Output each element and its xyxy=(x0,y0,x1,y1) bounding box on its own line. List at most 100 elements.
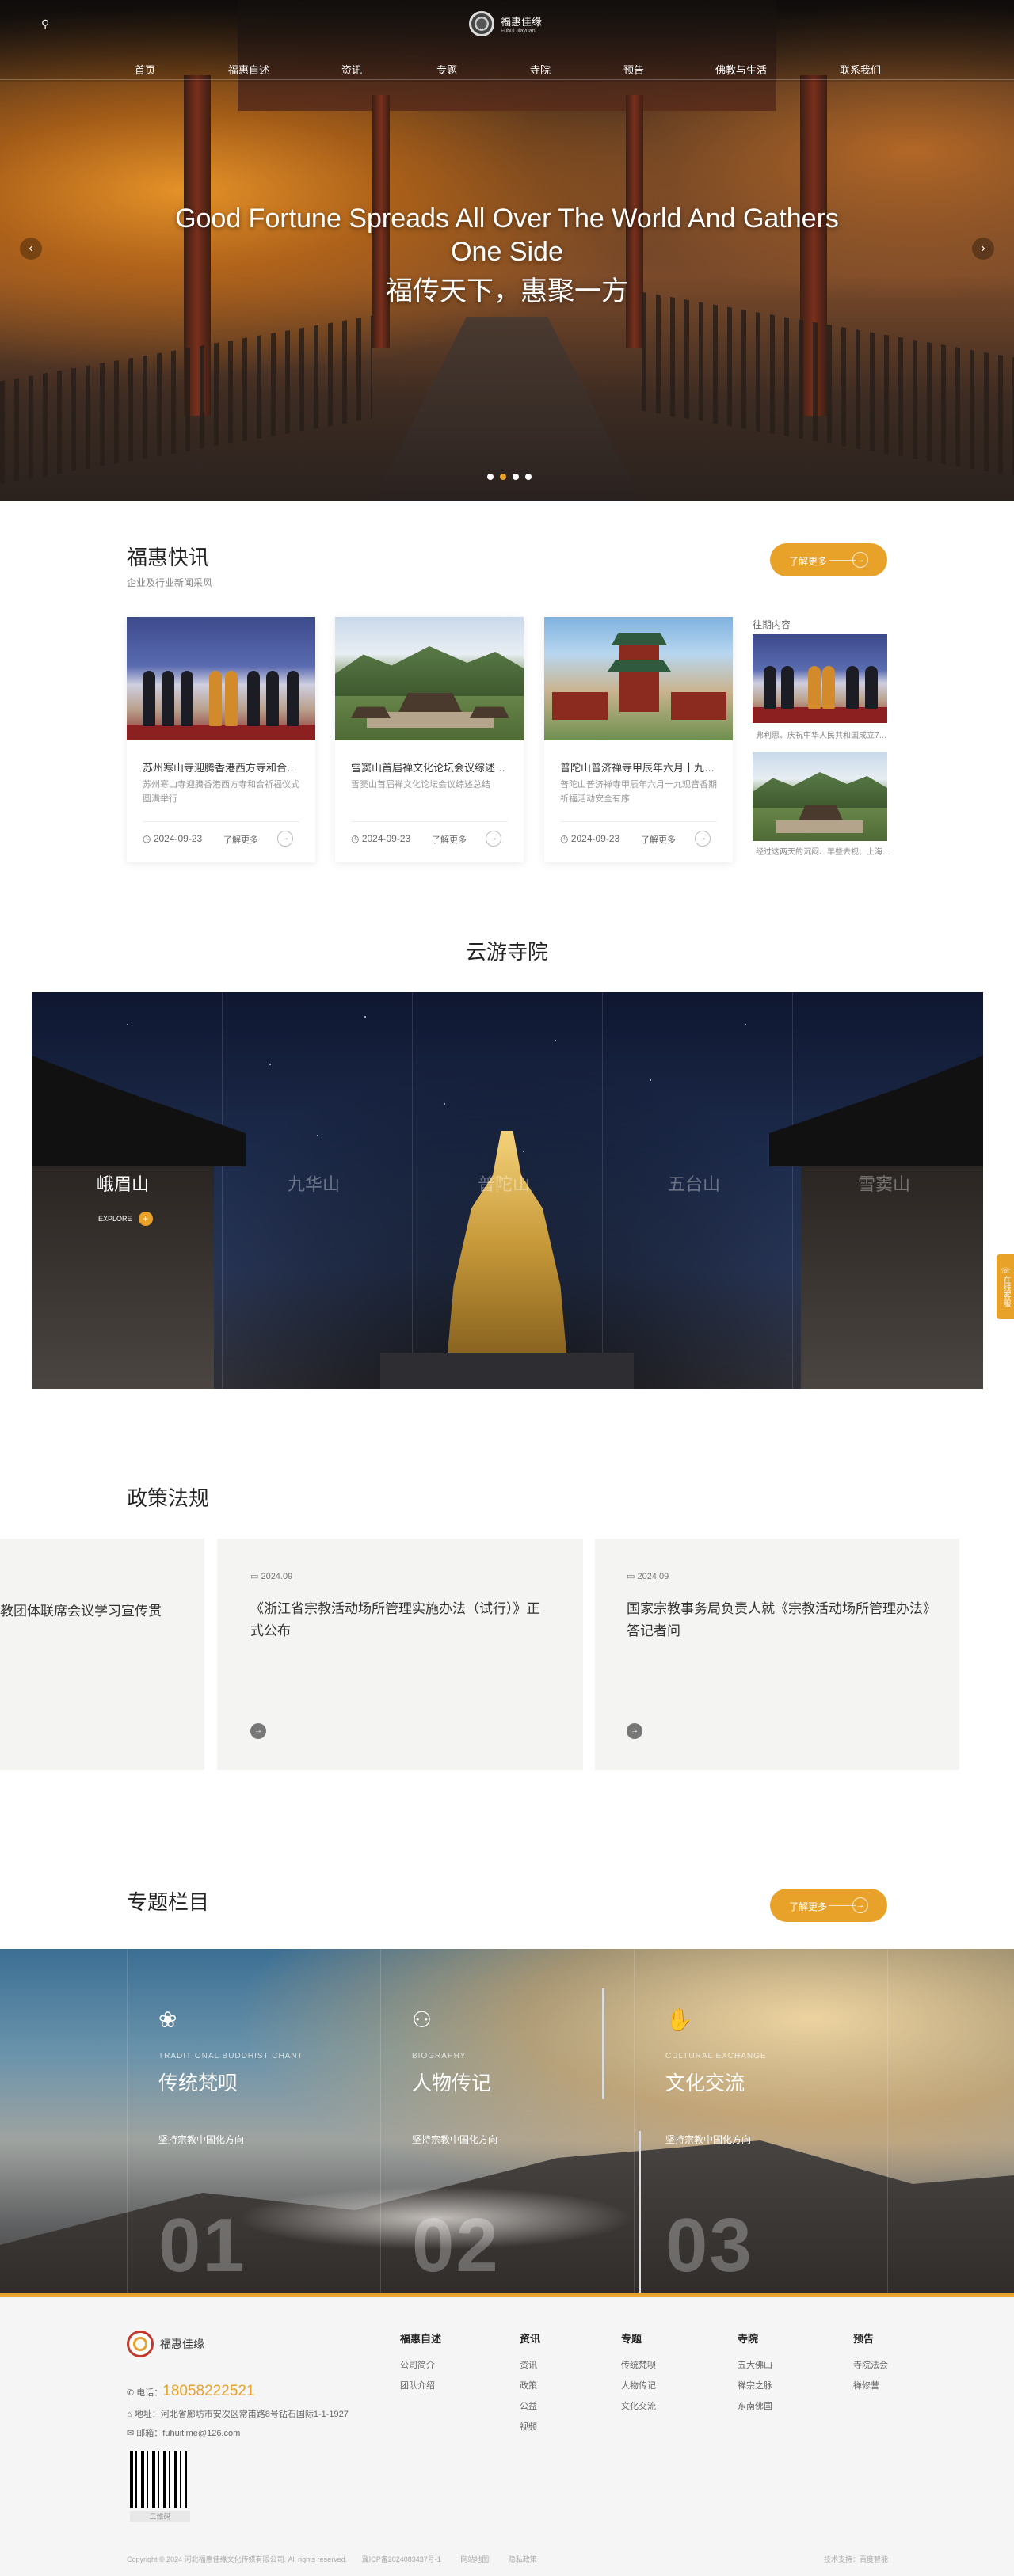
chat-icon: ☏ xyxy=(1001,1266,1010,1276)
nav-about[interactable]: 福惠自述 xyxy=(228,62,269,77)
footer-logo[interactable]: 福惠佳缘 xyxy=(127,2331,204,2357)
sitemap-link[interactable]: 网站地图 xyxy=(460,2555,489,2563)
news-card[interactable]: 普陀山普济禅寺甲辰年六月十九观… 普陀山普济禅寺甲辰年六月十九观音香期祈福活动安… xyxy=(544,617,733,862)
footer-col-title[interactable]: 预告 xyxy=(853,2331,888,2346)
news-card[interactable]: 苏州寒山寺迎腾香港西方寺和合祈… 苏州寒山寺迎腾香港西方寺和合祈福仪式圆满举行 … xyxy=(127,617,315,862)
temple-tab-putuo[interactable]: 普陀山 xyxy=(478,1170,530,1196)
side-news-caption[interactable]: 弗利思、庆祝中华人民共和国成立75… xyxy=(756,729,890,740)
nav-buddhism-life[interactable]: 佛教与生活 xyxy=(715,62,767,77)
brand-name: 福惠佳缘 xyxy=(501,17,543,29)
email-link[interactable]: fuhuitime@126.com xyxy=(162,2429,240,2438)
arrow-right-icon[interactable]: → xyxy=(486,831,501,847)
policy-title[interactable]: 国家宗教事务局负责人就《宗教活动场所管理办法》答记者问 xyxy=(627,1598,943,1642)
news-title[interactable]: 苏州寒山寺迎腾香港西方寺和合祈… xyxy=(143,759,301,774)
policy-card[interactable]: ▭ 2024.09 国家宗教事务局负责人就《宗教活动场所管理办法》答记者问 → xyxy=(595,1539,959,1770)
email-row: ✉ 邮箱：fuhuitime@126.com xyxy=(127,2429,241,2438)
policy-section-title: 政策法规 xyxy=(127,1486,210,1510)
footer-col-temple: 寺院 五大佛山 禅宗之脉 东南佛国 xyxy=(738,2331,772,2412)
arrow-right-icon[interactable]: → xyxy=(250,1723,266,1739)
topic-link[interactable]: 坚持宗教中国化方向 xyxy=(158,2133,244,2146)
wind-turbine xyxy=(639,2131,641,2297)
slide-dot[interactable] xyxy=(487,474,494,480)
hero-prev-button[interactable]: ‹ xyxy=(20,238,42,260)
footer-link[interactable]: 公司简介 xyxy=(400,2358,441,2371)
footer-link[interactable]: 东南佛国 xyxy=(738,2399,772,2412)
temple-tab-jiuhua[interactable]: 九华山 xyxy=(288,1170,340,1196)
footer-link[interactable]: 团队介绍 xyxy=(400,2379,441,2391)
more-line xyxy=(829,560,856,561)
online-service-tab[interactable]: ☏在线客服 xyxy=(997,1254,1014,1319)
arrow-right-icon[interactable]: → xyxy=(695,831,711,847)
news-more-button[interactable]: 了解更多 → xyxy=(770,543,887,576)
footer-link[interactable]: 视频 xyxy=(520,2420,540,2433)
footer-link[interactable]: 人物传记 xyxy=(621,2379,656,2391)
more-label: 了解更多 xyxy=(789,556,828,567)
nav-preview[interactable]: 预告 xyxy=(623,62,644,77)
footer-col-title[interactable]: 资讯 xyxy=(520,2331,540,2346)
footer-link[interactable]: 禅宗之脉 xyxy=(738,2379,772,2391)
temple-tab-wutai[interactable]: 五台山 xyxy=(668,1170,720,1196)
footer-link[interactable]: 传统梵呗 xyxy=(621,2358,656,2371)
topic-more-button[interactable]: 了解更多 → xyxy=(770,1889,887,1922)
topic-link[interactable]: 坚持宗教中国化方向 xyxy=(412,2133,497,2146)
logo[interactable]: 福惠佳缘 Fuhui Jiayuan xyxy=(469,11,542,36)
topic-cn[interactable]: 人物传记 xyxy=(412,2068,491,2096)
footer-link[interactable]: 政策 xyxy=(520,2379,540,2391)
arrow-right-icon[interactable]: → xyxy=(277,831,293,847)
slide-dot-active[interactable] xyxy=(500,474,506,480)
footer-link[interactable]: 资讯 xyxy=(520,2358,540,2371)
divider xyxy=(143,821,299,822)
brand-sub: Fuhui Jiayuan xyxy=(501,29,536,34)
footer-col-news: 资讯 资讯 政策 公益 视频 xyxy=(520,2331,540,2433)
footer-link[interactable]: 公益 xyxy=(520,2399,540,2412)
temple-tab-emei[interactable]: 峨眉山 xyxy=(97,1170,149,1196)
news-title[interactable]: 普陀山普济禅寺甲辰年六月十九观… xyxy=(560,759,719,774)
explore-link[interactable]: EXPLORE + xyxy=(98,1212,153,1226)
clock-icon: ◷ xyxy=(560,833,571,844)
news-date: ◷ 2024-09-23 xyxy=(351,833,411,844)
arrow-right-icon[interactable]: → xyxy=(627,1723,642,1739)
news-more-link[interactable]: 了解更多 xyxy=(223,833,258,846)
news-card[interactable]: 雪窦山首届禅文化论坛会议综述总结 雪窦山首届禅文化论坛会议综述总结 ◷ 2024… xyxy=(335,617,524,862)
topic-section-title: 专题栏目 xyxy=(127,1890,210,1914)
footer-col-title[interactable]: 福惠自述 xyxy=(400,2331,441,2346)
hero-next-button[interactable]: › xyxy=(972,238,994,260)
arrow-right-icon: → xyxy=(852,552,868,568)
policy-title[interactable]: 《浙江省宗教活动场所管理实施办法（试行）》正式公布 xyxy=(250,1598,551,1642)
side-news-caption[interactable]: 经过这两天的沉闷、早些去视、上海… xyxy=(756,845,890,857)
footer-link[interactable]: 五大佛山 xyxy=(738,2358,772,2371)
footer-col-title[interactable]: 专题 xyxy=(621,2331,656,2346)
footer-link[interactable]: 文化交流 xyxy=(621,2399,656,2412)
nav-contact[interactable]: 联系我们 xyxy=(840,62,881,77)
slide-dot[interactable] xyxy=(513,474,519,480)
topic-cn[interactable]: 传统梵呗 xyxy=(158,2068,238,2096)
news-more-link[interactable]: 了解更多 xyxy=(641,833,676,846)
news-more-link[interactable]: 了解更多 xyxy=(432,833,467,846)
news-title[interactable]: 雪窦山首届禅文化论坛会议综述总结 xyxy=(351,759,509,774)
nav-home[interactable]: 首页 xyxy=(135,62,155,77)
topic-link[interactable]: 坚持宗教中国化方向 xyxy=(665,2133,751,2146)
topic-cn[interactable]: 文化交流 xyxy=(665,2068,745,2096)
search-icon[interactable]: ⚲ xyxy=(41,17,49,31)
nav-temple[interactable]: 寺院 xyxy=(530,62,551,77)
policy-card[interactable]: 教团体联席会议学习宣传贯 xyxy=(0,1539,204,1770)
nav-news[interactable]: 资讯 xyxy=(341,62,362,77)
nav-topic[interactable]: 专题 xyxy=(436,62,457,77)
temple-section-title: 云游寺院 xyxy=(465,940,548,964)
privacy-link[interactable]: 隐私政策 xyxy=(509,2555,537,2563)
news-desc: 雪窦山首届禅文化论坛会议综述总结 xyxy=(351,780,490,790)
footer-col-title[interactable]: 寺院 xyxy=(738,2331,772,2346)
policy-title[interactable]: 教团体联席会议学习宣传贯 xyxy=(0,1600,190,1623)
policy-card[interactable]: ▭ 2024.09 《浙江省宗教活动场所管理实施办法（试行）》正式公布 → xyxy=(217,1539,583,1770)
temple-tab-xuedou[interactable]: 雪窦山 xyxy=(858,1170,910,1196)
phone-number[interactable]: 18058222521 xyxy=(162,2383,254,2399)
side-news-image[interactable] xyxy=(753,752,887,841)
slide-dot[interactable] xyxy=(525,474,532,480)
icp-link[interactable]: 冀ICP备2024083437号-1 xyxy=(362,2555,441,2563)
side-news-image[interactable] xyxy=(753,634,887,723)
golden-buddha-statue xyxy=(448,1131,566,1353)
footer-link[interactable]: 寺院法会 xyxy=(853,2358,888,2371)
footer-col-preview: 预告 寺院法会 禅修营 xyxy=(853,2331,888,2391)
footer-link[interactable]: 禅修营 xyxy=(853,2379,888,2391)
side-list-title: 往期内容 xyxy=(753,619,791,630)
